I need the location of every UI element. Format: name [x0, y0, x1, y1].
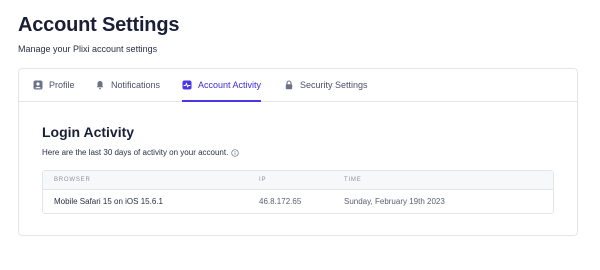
lock-icon — [284, 80, 294, 90]
tab-notifications[interactable]: Notifications — [95, 69, 160, 101]
page-subtitle: Manage your Plixi account settings — [18, 44, 158, 54]
info-icon[interactable] — [231, 148, 239, 157]
bell-icon — [95, 80, 105, 90]
section-title: Login Activity — [42, 124, 135, 140]
description-text: Here are the last 30 days of activity on… — [42, 148, 229, 157]
tab-profile[interactable]: Profile — [33, 69, 75, 101]
section-description: Here are the last 30 days of activity on… — [42, 148, 239, 157]
tab-account-activity[interactable]: Account Activity — [182, 69, 262, 102]
user-icon — [33, 80, 43, 90]
column-header-ip: IP — [259, 177, 267, 183]
cell-time: Sunday, February 19th 2023 — [344, 197, 445, 206]
column-header-time: TIME — [344, 177, 362, 183]
tab-label: Account Activity — [198, 80, 262, 90]
table-header: BROWSER IP TIME — [43, 171, 553, 190]
tab-label: Security Settings — [300, 80, 368, 90]
tab-label: Notifications — [111, 80, 161, 90]
cell-browser: Mobile Safari 15 on iOS 15.6.1 — [54, 197, 163, 206]
cell-ip: 46.8.172.65 — [259, 197, 302, 206]
settings-card: Profile Notifications Account Activity S… — [18, 68, 578, 236]
column-header-browser: BROWSER — [54, 177, 91, 183]
settings-tabs: Profile Notifications Account Activity S… — [19, 69, 577, 102]
login-activity-table: BROWSER IP TIME Mobile Safari 15 on iOS … — [42, 170, 554, 214]
tab-label: Profile — [49, 80, 75, 90]
page-title: Account Settings — [18, 14, 180, 36]
tab-security-settings[interactable]: Security Settings — [284, 69, 368, 101]
activity-icon — [182, 80, 192, 90]
